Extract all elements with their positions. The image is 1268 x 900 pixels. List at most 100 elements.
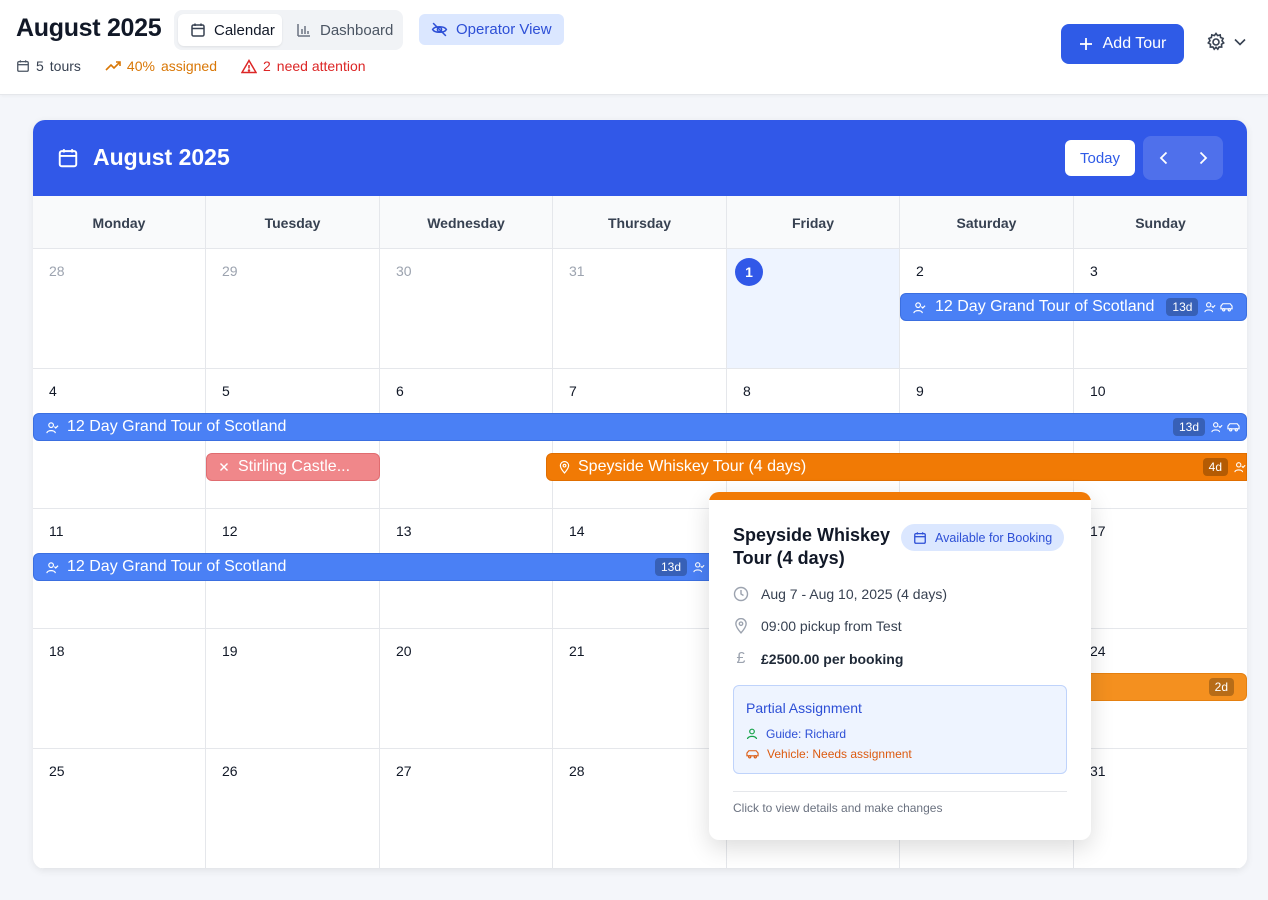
availability-label: Available for Booking: [935, 530, 1053, 545]
day-number: 27: [396, 763, 412, 779]
view-toggle: Calendar Dashboard: [174, 10, 403, 50]
tours-label: tours: [49, 58, 81, 74]
attention-stat: 2 need attention: [241, 58, 366, 74]
day-number: 20: [396, 643, 412, 659]
user-check-icon: [1211, 421, 1223, 433]
user-check-icon: [1234, 461, 1246, 473]
day-cell[interactable]: 27: [380, 749, 553, 869]
assignment-box: Partial Assignment Guide: Richard Vehicl…: [733, 685, 1067, 774]
weekday-header: Tuesday: [206, 196, 380, 249]
tour-details-popover[interactable]: Speyside Whiskey Tour (4 days) Available…: [709, 492, 1091, 840]
weekday-header: Sunday: [1135, 214, 1186, 231]
dates-text: Aug 7 - Aug 10, 2025 (4 days): [761, 586, 948, 602]
operator-view-button[interactable]: Operator View: [419, 14, 564, 45]
gear-icon: [1206, 32, 1226, 52]
event-grand-tour-week1[interactable]: 12 Day Grand Tour of Scotland 13d: [900, 293, 1247, 321]
event-stirling-castle[interactable]: Stirling Castle...: [206, 453, 380, 481]
duration-badge: 4d: [1202, 458, 1228, 476]
day-cell[interactable]: 20: [380, 629, 553, 749]
today-button[interactable]: Today: [1065, 140, 1135, 176]
day-number: 30: [396, 263, 412, 279]
assigned-stat: 40% assigned: [105, 58, 217, 74]
day-cell[interactable]: 26: [206, 749, 380, 869]
day-number: 13: [396, 523, 412, 539]
duration-badge: 13d: [654, 558, 687, 576]
day-number: 24: [1090, 643, 1106, 659]
pickup-text: 09:00 pickup from Test: [761, 618, 902, 634]
top-header: August 2025 Calendar Dashboard Operator …: [0, 0, 1268, 95]
calendar-view-button[interactable]: Calendar: [178, 14, 282, 46]
previous-month-button[interactable]: [1143, 136, 1183, 180]
day-cell[interactable]: 31: [553, 249, 727, 369]
day-number: 12: [222, 523, 238, 539]
day-number: 14: [569, 523, 585, 539]
day-cell[interactable]: 31: [1074, 749, 1247, 869]
guide-text: Guide: Richard: [766, 727, 847, 741]
map-pin-icon: [559, 460, 570, 474]
day-cell[interactable]: 17: [1074, 509, 1247, 629]
tours-count: 5: [36, 58, 44, 74]
eye-off-icon: [431, 21, 448, 38]
user-check-icon: [46, 561, 59, 574]
operator-view-label: Operator View: [456, 21, 552, 38]
x-icon: [219, 462, 229, 472]
calendar-month-label: August 2025: [93, 144, 230, 170]
event-title: 12 Day Grand Tour of Scotland: [67, 418, 287, 435]
day-number: 19: [222, 643, 238, 659]
event-grand-tour-week3[interactable]: 12 Day Grand Tour of Scotland 13d: [33, 553, 723, 581]
calendar-title: August 2025: [57, 144, 230, 171]
stats-summary: 5 tours 40% assigned 2 need attention: [16, 58, 390, 74]
event-title: 12 Day Grand Tour of Scotland: [935, 298, 1155, 315]
day-cell[interactable]: 18: [33, 629, 206, 749]
vehicle-icon: [1227, 422, 1240, 432]
day-number: 5: [222, 383, 230, 399]
user-check-icon: [46, 421, 59, 434]
popover-accent-stripe: [709, 492, 1091, 500]
tours-stat: 5 tours: [16, 58, 81, 74]
calendar-icon: [57, 147, 79, 169]
day-cell[interactable]: 28: [33, 249, 206, 369]
settings-menu[interactable]: [1206, 32, 1246, 52]
assignment-title: Partial Assignment: [746, 700, 862, 716]
calendar-header: August 2025 Today: [33, 120, 1247, 196]
popover-footer: Click to view details and make changes: [733, 801, 943, 815]
day-number: 3: [1090, 263, 1098, 279]
day-cell[interactable]: 21: [553, 629, 727, 749]
month-navigation: [1143, 136, 1223, 180]
bar-chart-icon: [296, 22, 312, 38]
user-check-icon: [693, 561, 705, 573]
weekday-header: Saturday: [900, 196, 1074, 249]
day-number: 18: [49, 643, 65, 659]
day-cell[interactable]: 30: [380, 249, 553, 369]
weekday-header: Monday: [33, 196, 206, 249]
day-number: 25: [49, 763, 65, 779]
plus-icon: [1079, 37, 1093, 51]
weekday-header-row: Monday Tuesday Wednesday Thursday Friday…: [33, 196, 1247, 249]
event-speyside-whiskey[interactable]: Speyside Whiskey Tour (4 days) 4d: [546, 453, 1247, 481]
day-number: 26: [222, 763, 238, 779]
attention-label: need attention: [276, 58, 366, 74]
day-number: 10: [1090, 383, 1106, 399]
add-tour-label: Add Tour: [1102, 35, 1167, 52]
event-title: Stirling Castle...: [238, 458, 351, 475]
day-cell[interactable]: 19: [206, 629, 380, 749]
event-title: Speyside Whiskey Tour (4 days): [578, 458, 807, 475]
day-cell[interactable]: 29: [206, 249, 380, 369]
vehicle-text: Vehicle: Needs assignment: [767, 747, 912, 761]
attention-count: 2: [263, 58, 271, 74]
day-cell[interactable]: 25: [33, 749, 206, 869]
calendar-icon: [913, 531, 927, 545]
vehicle-icon: [1220, 302, 1234, 312]
weekday-header: Friday: [727, 196, 900, 249]
add-tour-button[interactable]: Add Tour: [1061, 24, 1184, 64]
dashboard-view-label: Dashboard: [320, 21, 394, 39]
day-cell[interactable]: 1: [727, 249, 900, 369]
day-cell[interactable]: 28: [553, 749, 727, 869]
next-month-button[interactable]: [1183, 136, 1223, 180]
day-number: 11: [49, 523, 64, 539]
event-grand-tour-week2[interactable]: 12 Day Grand Tour of Scotland 13d: [33, 413, 1247, 441]
day-number: 31: [569, 263, 585, 279]
dashboard-view-button[interactable]: Dashboard: [284, 14, 400, 46]
popover-pickup: 09:00 pickup from Test: [733, 618, 902, 634]
day-number: 8: [743, 383, 751, 399]
